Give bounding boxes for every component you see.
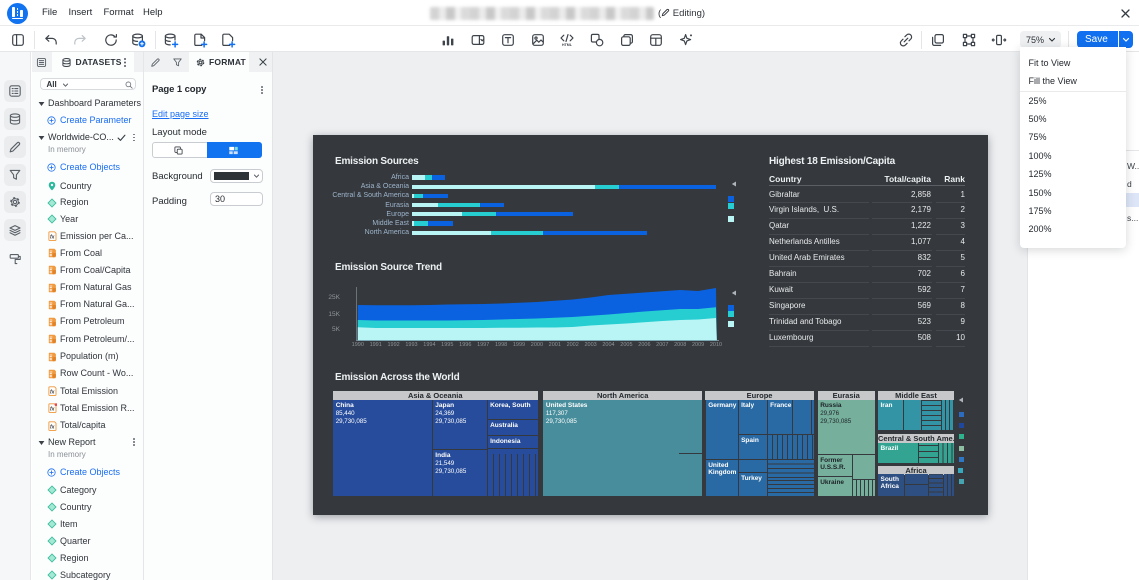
svg-text:fx: fx: [50, 389, 55, 395]
svg-text:fx: fx: [50, 234, 55, 240]
svg-text:fx: fx: [50, 424, 55, 430]
svg-text:HTML: HTML: [562, 43, 573, 47]
svg-text:fx: fx: [50, 407, 55, 413]
